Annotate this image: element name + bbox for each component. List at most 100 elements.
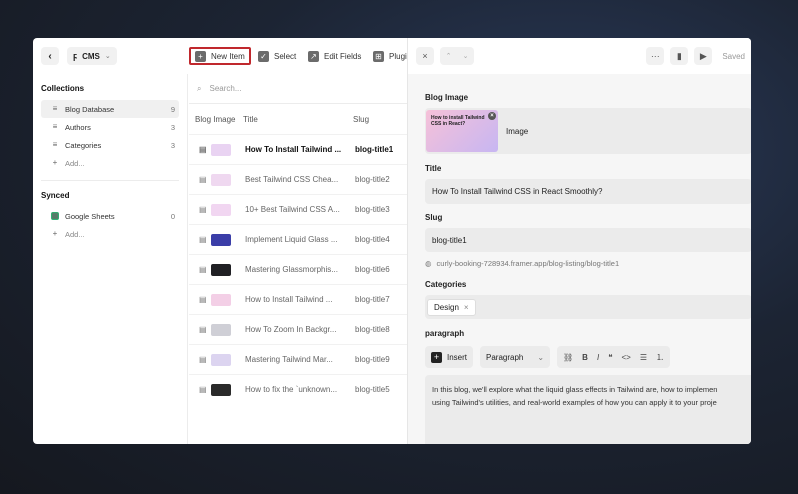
sidebar-item-blog-database[interactable]: ≡ Blog Database 9 xyxy=(41,100,179,118)
row-thumbnail xyxy=(211,173,231,186)
row-slug: blog-title9 xyxy=(355,355,390,364)
column-header-title[interactable]: Title xyxy=(243,115,353,124)
document-icon: ▤ xyxy=(199,355,207,364)
blog-image-field[interactable]: How to install Tailwind CSS in React? × … xyxy=(425,108,751,154)
table-row[interactable]: ▤ Mastering Glassmorphis... blog-title6 xyxy=(189,254,407,284)
column-header-image[interactable]: Blog Image xyxy=(189,115,243,124)
link-icon[interactable]: ⛓ xyxy=(563,353,573,362)
document-icon: ▤ xyxy=(199,325,207,334)
title-field[interactable]: How To Install Tailwind CSS in React Smo… xyxy=(425,179,751,204)
table-row[interactable]: ▤ 10+ Best Tailwind CSS A... blog-title3 xyxy=(189,194,407,224)
close-icon: × xyxy=(422,51,428,61)
sidebar-item-categories[interactable]: ≡ Categories 3 xyxy=(41,136,179,154)
row-title: Mastering Glassmorphis... xyxy=(245,265,338,274)
remove-image-icon[interactable]: × xyxy=(488,112,496,120)
new-item-label: New Item xyxy=(211,51,245,61)
item-navigation[interactable]: ⌃ ⌄ xyxy=(440,47,474,65)
categories-field[interactable]: Design × xyxy=(425,295,751,319)
item-editor-panel: × ⌃ ⌄ ··· ▮ ▶ Saved Blog Image How to in… xyxy=(407,38,751,444)
row-thumbnail xyxy=(211,293,231,306)
row-title: How to fix the `unknown... xyxy=(245,385,338,394)
column-header-slug[interactable]: Slug xyxy=(353,115,369,124)
row-slug: blog-title6 xyxy=(355,265,390,274)
cms-menu-button[interactable]: ϝ CMS ⌄ xyxy=(67,47,117,65)
categories-label: Categories xyxy=(425,280,467,289)
back-button[interactable]: ‹ xyxy=(41,47,59,65)
item-url[interactable]: ◍ curly-booking-728934.framer.app/blog-l… xyxy=(425,259,619,268)
thumbnail-text: How to install Tailwind CSS in React? xyxy=(431,115,485,127)
text-style-select[interactable]: Paragraph ⌄ xyxy=(480,346,551,368)
close-button[interactable]: × xyxy=(416,47,434,65)
add-collection-button[interactable]: + Add... xyxy=(41,154,179,172)
select-button[interactable]: ✓ Select xyxy=(258,47,296,65)
title-label: Title xyxy=(425,164,442,173)
bulleted-list-icon[interactable]: ☰ xyxy=(640,353,647,362)
chevron-down-icon: ⌄ xyxy=(537,352,545,362)
chevron-up-icon[interactable]: ⌃ xyxy=(446,52,452,60)
document-icon: ▤ xyxy=(199,265,207,274)
item-count: 9 xyxy=(170,104,175,114)
table-row[interactable]: ▤ Implement Liquid Glass ... blog-title4 xyxy=(189,224,407,254)
edit-icon: ↗ xyxy=(308,50,319,62)
search-input[interactable]: Search... xyxy=(209,84,241,93)
search-icon: ⌕ xyxy=(197,83,202,93)
document-icon: ▤ xyxy=(199,175,207,184)
code-icon[interactable]: <> xyxy=(622,353,631,362)
plugins-button[interactable]: ⊞ Plugi xyxy=(373,47,407,65)
table-header: Blog Image Title Slug xyxy=(189,104,407,134)
preview-button[interactable]: ▶ xyxy=(694,47,713,65)
play-icon: ▶ xyxy=(699,50,707,61)
italic-icon[interactable]: I xyxy=(597,353,599,362)
items-table: ⌕ Search... Blog Image Title Slug ▤ How T… xyxy=(189,74,407,444)
add-label: Add... xyxy=(65,158,85,168)
row-slug: blog-title4 xyxy=(355,235,390,244)
table-row[interactable]: ▤ Best Tailwind CSS Chea... blog-title2 xyxy=(189,164,407,194)
analytics-button[interactable]: ▮ xyxy=(670,47,689,65)
paragraph-line: using Tailwind's utilities, and real-wor… xyxy=(432,398,717,407)
plugins-icon: ⊞ xyxy=(373,50,384,62)
table-row[interactable]: ▤ How to Install Tailwind ... blog-title7 xyxy=(189,284,407,314)
item-count: 0 xyxy=(170,211,175,221)
table-row[interactable]: ▤ How To Zoom In Backgr... blog-title8 xyxy=(189,314,407,344)
chevron-down-icon[interactable]: ⌄ xyxy=(463,52,469,60)
sidebar-item-label: Google Sheets xyxy=(65,211,115,221)
google-sheets-icon: ▦ xyxy=(51,211,59,220)
quote-icon[interactable]: ❝ xyxy=(608,353,612,362)
insert-button[interactable]: + Insert xyxy=(425,346,474,368)
more-icon: ··· xyxy=(650,51,660,61)
bold-icon[interactable]: B xyxy=(582,353,588,362)
paragraph-editor[interactable]: In this blog, we'll explore what the liq… xyxy=(425,375,751,444)
row-thumbnail xyxy=(211,263,231,276)
blog-image-thumbnail[interactable]: How to install Tailwind CSS in React? × xyxy=(426,110,498,152)
edit-fields-button[interactable]: ↗ Edit Fields xyxy=(308,47,361,65)
category-chip[interactable]: Design × xyxy=(427,298,476,316)
paragraph-label: paragraph xyxy=(425,329,465,338)
row-slug: blog-title2 xyxy=(355,175,390,184)
bar-chart-icon: ▮ xyxy=(676,50,682,61)
editor-actions: ··· ▮ ▶ Saved xyxy=(646,47,751,65)
cms-topbar: ‹ ϝ CMS ⌄ + New Item ✓ Select ↗ Edit Fie… xyxy=(33,38,407,74)
row-slug: blog-title5 xyxy=(355,385,390,394)
sidebar-item-authors[interactable]: ≡ Authors 3 xyxy=(41,118,179,136)
more-button[interactable]: ··· xyxy=(646,47,665,65)
row-thumbnail xyxy=(211,323,231,336)
sidebar-item-google-sheets[interactable]: ▦ Google Sheets 0 xyxy=(41,207,179,225)
add-label: Add... xyxy=(65,229,85,239)
new-item-button[interactable]: + New Item xyxy=(189,47,251,65)
rich-text-toolbar: + Insert Paragraph ⌄ ⛓ B I ❝ <> ☰ ⒈ xyxy=(425,346,671,368)
item-count: 3 xyxy=(170,140,175,150)
row-title: How To Zoom In Backgr... xyxy=(245,325,337,334)
table-row[interactable]: ▤ How to fix the `unknown... blog-title5 xyxy=(189,374,407,404)
table-row[interactable]: ▤ How To Install Tailwind ... blog-title1 xyxy=(189,134,407,164)
add-synced-button[interactable]: + Add... xyxy=(41,225,179,243)
cms-window: ‹ ϝ CMS ⌄ + New Item ✓ Select ↗ Edit Fie… xyxy=(33,38,751,444)
table-body: ▤ How To Install Tailwind ... blog-title1 ▤… xyxy=(189,134,407,404)
table-row[interactable]: ▤ Mastering Tailwind Mar... blog-title9 xyxy=(189,344,407,374)
numbered-list-icon[interactable]: ⒈ xyxy=(656,352,664,363)
slug-field[interactable]: blog-title1 xyxy=(425,228,751,252)
row-title: 10+ Best Tailwind CSS A... xyxy=(245,205,340,214)
remove-chip-icon[interactable]: × xyxy=(464,303,469,312)
chevron-left-icon: ‹ xyxy=(48,50,52,62)
row-thumbnail xyxy=(211,353,231,366)
search-bar[interactable]: ⌕ Search... xyxy=(189,74,407,104)
